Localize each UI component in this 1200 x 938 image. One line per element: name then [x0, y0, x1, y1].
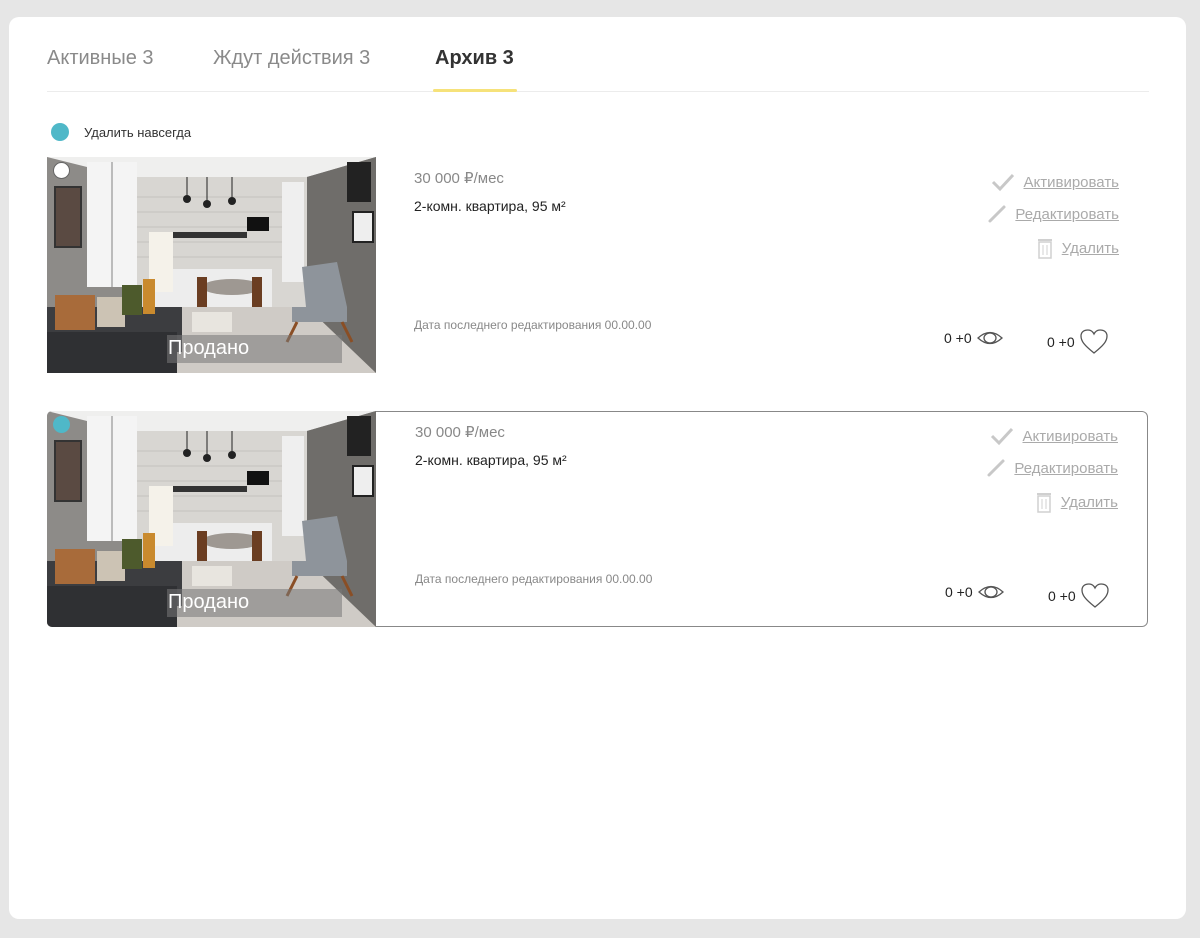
tab-awaiting-action[interactable]: Ждут действия 3 [213, 47, 370, 70]
listing-title[interactable]: 2-комн. квартира, 95 м² [415, 452, 567, 468]
sold-badge-text: Продано [168, 337, 250, 359]
delete-label: Удалить [1060, 493, 1118, 511]
listing-photo[interactable]: Продано [47, 411, 376, 627]
eye-icon [976, 329, 1003, 347]
tab-archive[interactable]: Архив 3 [435, 47, 514, 70]
favorites-count: 0 +0 [1048, 588, 1076, 604]
favorites-count: 0 +0 [1047, 334, 1075, 350]
delete-button[interactable]: Удалить [1036, 237, 1119, 259]
pencil-icon [986, 458, 1006, 478]
pencil-icon [987, 204, 1007, 224]
views-count: 0 +0 [944, 330, 972, 346]
edit-button[interactable]: Редактировать [987, 204, 1119, 224]
sold-badge-text: Продано [168, 591, 250, 613]
delete-forever-button[interactable]: Удалить навсегда [51, 123, 191, 141]
activate-button[interactable]: Активировать [991, 172, 1119, 192]
active-tab-indicator [433, 89, 517, 92]
trash-icon [1035, 491, 1053, 513]
check-icon [991, 172, 1015, 192]
views-stat: 0 +0 [944, 329, 1003, 347]
edit-label: Редактировать [1014, 459, 1118, 477]
trash-icon [1036, 237, 1054, 259]
listing-select-checkbox[interactable] [53, 416, 70, 433]
listings-panel: Активные 3 Ждут действия 3 Архив 3 Удали… [9, 17, 1186, 919]
last-edited-date: Дата последнего редактирования 00.00.00 [414, 318, 652, 332]
tab-bar: Активные 3 Ждут действия 3 Архив 3 [47, 17, 1149, 92]
heart-icon [1080, 583, 1109, 609]
delete-button[interactable]: Удалить [1035, 491, 1118, 513]
tab-active[interactable]: Активные 3 [47, 47, 154, 70]
listing-card[interactable]: Продано 30 000 ₽/мес 2-комн. квартира, 9… [47, 411, 1148, 627]
activate-label: Активировать [1022, 427, 1118, 445]
views-count: 0 +0 [945, 584, 973, 600]
delete-forever-label: Удалить навсегда [84, 124, 192, 140]
listing-card[interactable]: Продано 30 000 ₽/мес 2-комн. квартира, 9… [47, 157, 1148, 373]
delete-label: Удалить [1061, 239, 1119, 257]
last-edited-date: Дата последнего редактирования 00.00.00 [415, 572, 653, 586]
activate-label: Активировать [1023, 173, 1119, 191]
favorites-stat: 0 +0 [1047, 329, 1108, 355]
listing-title[interactable]: 2-комн. квартира, 95 м² [414, 198, 566, 214]
listing-price: 30 000 ₽/мес [415, 424, 505, 441]
listing-select-checkbox[interactable] [53, 162, 70, 179]
views-stat: 0 +0 [945, 583, 1004, 601]
activate-button[interactable]: Активировать [990, 426, 1118, 446]
edit-label: Редактировать [1015, 205, 1119, 223]
favorites-stat: 0 +0 [1048, 583, 1109, 609]
listing-photo[interactable]: Продано [47, 157, 376, 373]
listing-price: 30 000 ₽/мес [414, 170, 504, 187]
eye-icon [977, 583, 1004, 601]
selection-dot [51, 123, 69, 141]
heart-icon [1079, 329, 1108, 355]
check-icon [990, 426, 1014, 446]
edit-button[interactable]: Редактировать [986, 458, 1118, 478]
